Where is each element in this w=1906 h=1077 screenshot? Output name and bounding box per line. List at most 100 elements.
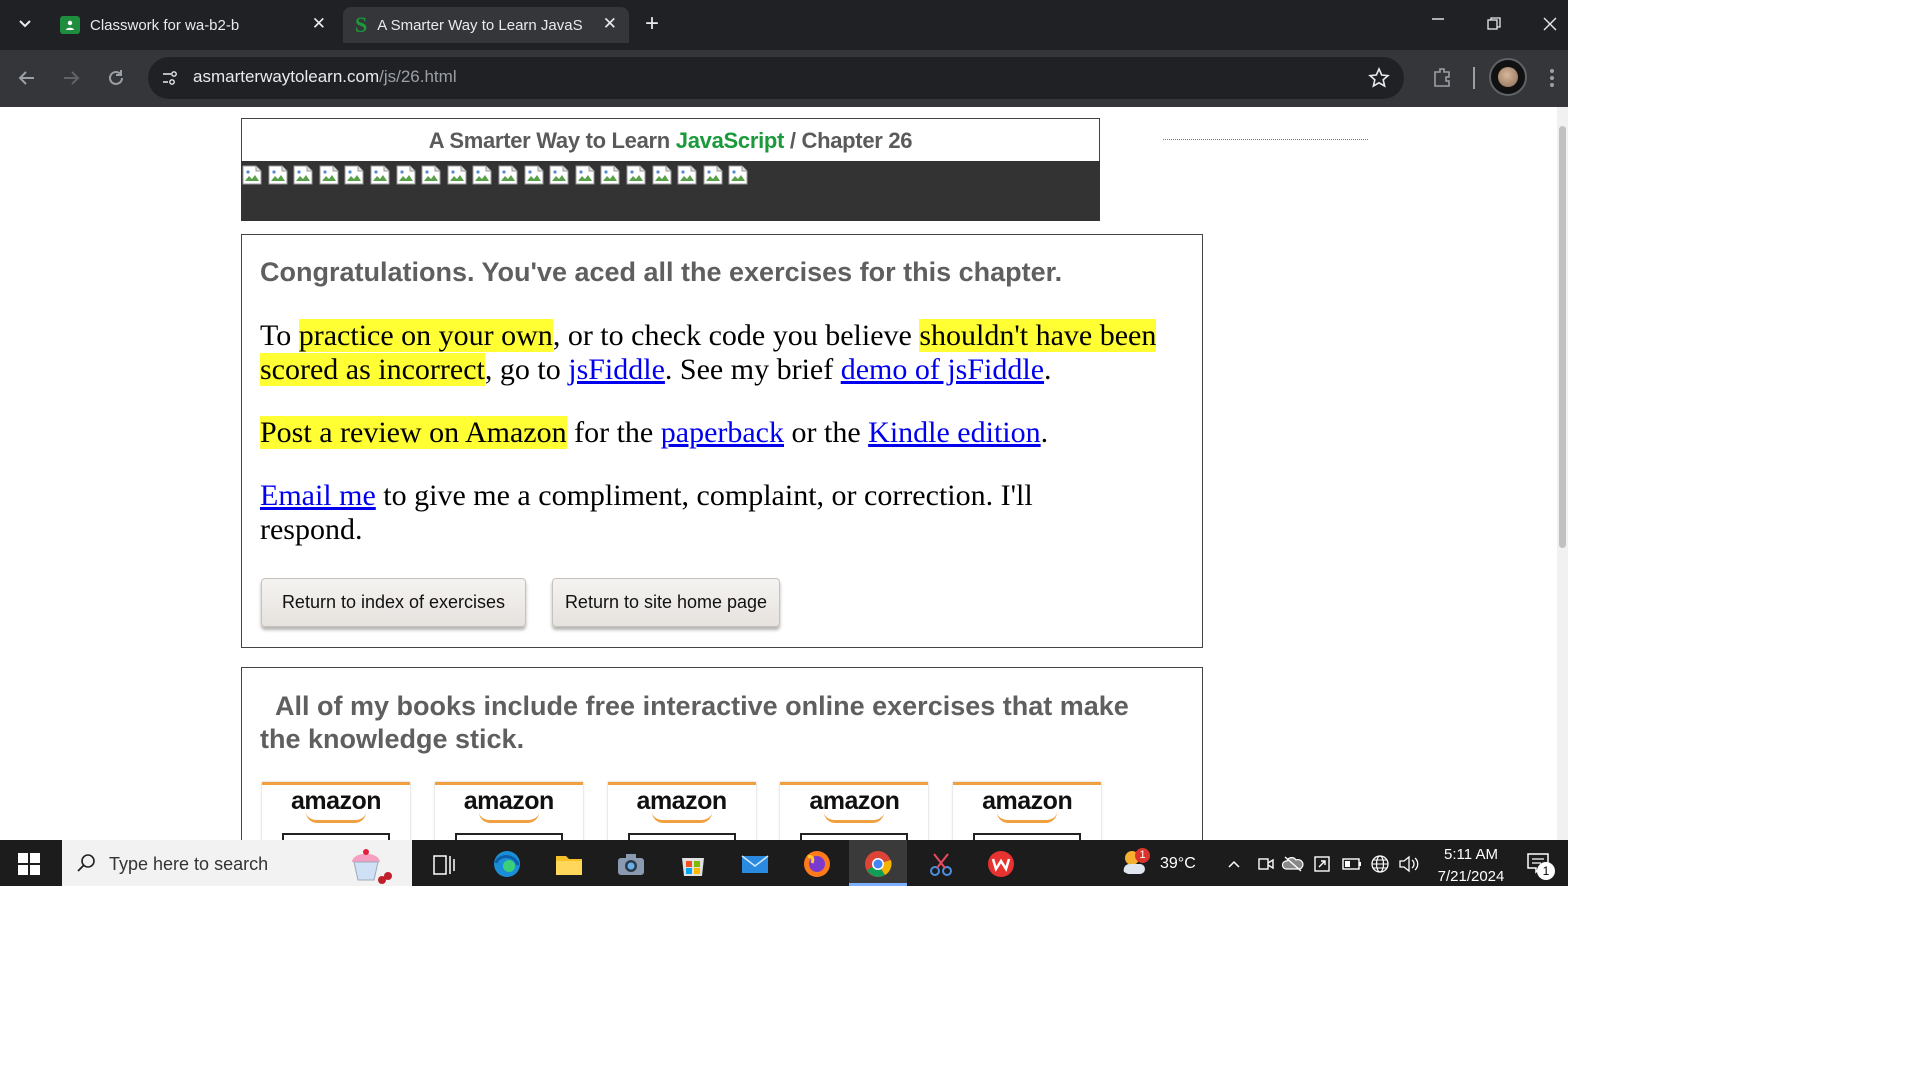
volume-icon[interactable] — [1398, 854, 1420, 874]
amazon-book-link[interactable]: amazon — [607, 782, 756, 845]
broken-image-icon[interactable] — [498, 165, 519, 185]
onedrive-icon[interactable] — [1282, 854, 1304, 874]
tab-title: A Smarter Way to Learn JavaScri — [377, 16, 583, 34]
review-paragraph: Post a review on Amazon for the paperbac… — [260, 416, 1190, 450]
taskbar-search-box[interactable]: Type here to search — [62, 840, 412, 886]
amazon-book-link[interactable]: amazon — [780, 782, 929, 845]
paperback-link[interactable]: paperback — [661, 416, 784, 449]
tab-smarter-way[interactable]: S A Smarter Way to Learn JavaScri ✕ — [343, 7, 629, 43]
jsfiddle-link[interactable]: jsFiddle — [568, 353, 665, 386]
broken-image-icon[interactable] — [396, 165, 417, 185]
file-explorer-icon[interactable] — [554, 849, 584, 879]
cupcake-icon — [346, 842, 398, 891]
email-me-link[interactable]: Email me — [260, 479, 376, 512]
classroom-icon — [60, 16, 80, 34]
broken-image-icon[interactable] — [370, 165, 391, 185]
page-scrollbar-thumb[interactable] — [1559, 126, 1566, 548]
jsfiddle-demo-link[interactable]: demo of jsFiddle — [841, 353, 1044, 386]
broken-image-icon[interactable] — [242, 165, 263, 185]
url-domain: asmarterwaytolearn.com — [193, 67, 380, 86]
wps-office-icon[interactable] — [986, 849, 1016, 879]
broken-image-icon[interactable] — [421, 165, 442, 185]
result-heading: Congratulations. You've aced all the exe… — [260, 257, 1063, 287]
return-to-home-button[interactable]: Return to site home page — [552, 578, 780, 627]
tab-title: Classwork for wa-b2-b — [90, 16, 240, 34]
search-placeholder: Type here to search — [109, 854, 269, 874]
back-icon[interactable] — [17, 68, 37, 93]
clock[interactable]: 5:11 AM 7/21/2024 — [1430, 844, 1512, 888]
restore-icon[interactable] — [1486, 16, 1502, 37]
profile-avatar[interactable] — [1489, 58, 1527, 96]
broken-image-icon[interactable] — [472, 165, 493, 185]
review-highlight: Post a review on Amazon — [260, 416, 567, 449]
amazon-logo-text: amazon — [290, 787, 382, 815]
amazon-logo-text: amazon — [982, 787, 1073, 815]
address-bar[interactable]: asmarterwaytolearn.com/js/26.html — [148, 57, 1404, 99]
p1-text-c: , go to — [484, 353, 569, 386]
broken-image-icon[interactable] — [268, 165, 289, 185]
broken-image-icon[interactable] — [703, 165, 724, 185]
broken-image-icon[interactable] — [626, 165, 647, 185]
practice-highlight: practice on your own — [298, 319, 553, 352]
tab-close-icon[interactable]: ✕ — [603, 14, 617, 34]
broken-image-icon[interactable] — [447, 165, 468, 185]
mail-icon[interactable] — [740, 849, 770, 879]
snipping-tool-icon[interactable] — [926, 849, 956, 879]
avatar-image — [1498, 67, 1518, 87]
amazon-book-link[interactable]: amazon — [434, 782, 583, 845]
meet-icon[interactable] — [1256, 854, 1276, 874]
show-hidden-icons-icon[interactable] — [1226, 856, 1242, 872]
search-icon — [76, 852, 98, 879]
bookmark-star-icon[interactable] — [1368, 67, 1390, 94]
tab-classwork[interactable]: Classwork for wa-b2-b ✕ — [48, 7, 338, 43]
firefox-icon[interactable] — [802, 849, 832, 879]
broken-image-icon[interactable] — [575, 165, 596, 185]
store-icon[interactable] — [678, 849, 708, 879]
broken-image-icon[interactable] — [677, 165, 698, 185]
notification-count: 1 — [1537, 862, 1555, 880]
usb-device-icon[interactable] — [1312, 854, 1332, 874]
p1-text-d: . See my brief — [664, 353, 841, 386]
reload-icon[interactable] — [106, 68, 126, 93]
chrome-icon — [863, 849, 893, 884]
broken-image-icon[interactable] — [319, 165, 340, 185]
notifications-button[interactable]: 1 — [1526, 852, 1556, 882]
weather-widget[interactable]: 1 39°C — [1118, 846, 1208, 882]
clock-date: 7/21/2024 — [1437, 868, 1505, 885]
title-separator: / — [784, 128, 802, 153]
site-info-icon[interactable] — [160, 68, 180, 93]
battery-icon[interactable] — [1342, 856, 1362, 872]
weather-temperature: 39°C — [1160, 855, 1196, 872]
amazon-book-link[interactable]: amazon — [953, 782, 1102, 845]
system-tray — [1226, 852, 1426, 876]
forward-icon[interactable] — [61, 68, 81, 93]
amazon-logo-text: amazon — [463, 787, 555, 815]
browser-tab-bar: Classwork for wa-b2-b ✕ S A Smarter Way … — [0, 0, 1568, 50]
broken-image-icon[interactable] — [728, 165, 749, 185]
tab-search-chevron-icon[interactable] — [16, 14, 34, 32]
network-globe-icon[interactable] — [1370, 854, 1390, 874]
camera-icon[interactable] — [616, 849, 646, 879]
menu-kebab-icon[interactable] — [1546, 67, 1558, 94]
amazon-logo-text: amazon — [809, 787, 900, 815]
broken-image-icon[interactable] — [344, 165, 365, 185]
jsfiddle-paragraph: To practice on your own, or to check cod… — [260, 319, 1190, 387]
minimize-icon[interactable] — [1430, 10, 1446, 31]
broken-image-icon[interactable] — [293, 165, 314, 185]
tab-close-icon[interactable]: ✕ — [312, 14, 326, 34]
title-brand: JavaScript — [675, 128, 785, 153]
kindle-edition-link[interactable]: Kindle edition — [868, 416, 1040, 449]
broken-image-icon[interactable] — [549, 165, 570, 185]
broken-image-icon[interactable] — [652, 165, 673, 185]
close-window-icon[interactable] — [1542, 16, 1558, 37]
new-tab-button[interactable]: + — [645, 10, 659, 38]
start-windows-icon[interactable] — [18, 853, 40, 880]
extensions-icon[interactable] — [1431, 66, 1453, 93]
chrome-taskbar-button[interactable] — [849, 840, 907, 886]
amazon-book-link[interactable]: amazon — [262, 782, 410, 845]
edge-icon[interactable] — [492, 849, 522, 879]
broken-image-icon[interactable] — [600, 165, 621, 185]
task-view-icon[interactable] — [432, 853, 456, 882]
broken-image-icon[interactable] — [524, 165, 545, 185]
return-to-index-button[interactable]: Return to index of exercises — [261, 578, 526, 627]
